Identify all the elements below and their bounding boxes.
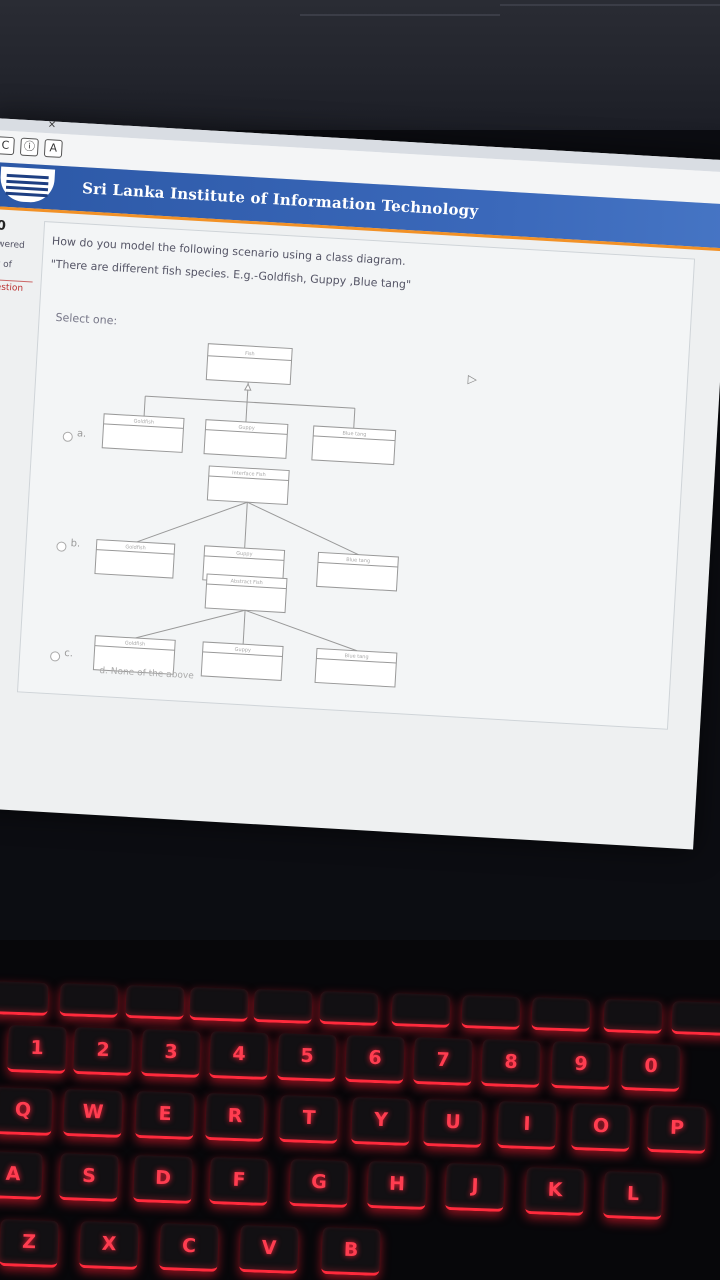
option-c-radio[interactable] [49,651,61,662]
key-c[interactable]: C [159,1223,219,1272]
key-t[interactable]: T [279,1095,339,1144]
key-u[interactable]: U [423,1099,483,1148]
option-a-parent: Fish [245,351,255,358]
key-q[interactable]: Q [0,1087,53,1136]
option-c-label: c. [63,647,74,660]
question-box: How do you model the following scenario … [16,221,696,730]
bezel-edge [500,4,720,6]
option-a-label: a. [76,428,87,440]
keyboard-key[interactable] [0,980,49,1017]
key-p[interactable]: P [647,1105,707,1154]
keyboard-key[interactable] [671,1000,720,1037]
translate-icon[interactable]: A [43,138,63,158]
keyboard-key[interactable] [319,990,379,1027]
keyboard-key[interactable] [391,992,451,1029]
option-a-child: Goldfish [133,419,154,426]
key-v[interactable]: V [239,1225,299,1274]
key-d[interactable]: D [133,1155,193,1204]
bezel-edge [300,14,500,16]
key-5[interactable]: 5 [277,1033,337,1082]
laptop-screen: × C ⓘ A Sri Lanka Institute of Informati… [0,118,720,850]
keyboard-key[interactable] [59,982,119,1019]
laptop-keyboard: 1 2 3 4 5 6 7 8 9 0 Q W E R T Y U I O P … [0,940,720,1280]
option-b-label: b. [70,538,81,550]
key-s[interactable]: S [59,1153,119,1202]
mouse-cursor-icon: ▷ [467,371,478,387]
flag-question-link[interactable]: question [0,278,33,295]
key-a[interactable]: A [0,1151,43,1200]
university-logo[interactable] [0,166,56,204]
key-7[interactable]: 7 [413,1037,473,1086]
option-b-child: Goldfish [125,544,146,551]
reload-icon[interactable]: C [0,136,15,156]
keyboard-key[interactable] [125,984,185,1021]
option-c-child: Goldfish [125,640,146,647]
question-status: nswered [0,238,26,251]
question-number: 20 [0,217,7,234]
keyboard-key[interactable] [461,994,521,1031]
keyboard-key[interactable] [189,986,249,1023]
key-k[interactable]: K [525,1167,585,1216]
key-e[interactable]: E [135,1091,195,1140]
question-text: How do you model the following scenario … [50,235,413,302]
key-x[interactable]: X [79,1221,139,1270]
key-9[interactable]: 9 [551,1041,611,1090]
keyboard-key[interactable] [603,998,663,1035]
info-icon[interactable]: ⓘ [19,137,39,157]
option-a-child: Guppy [238,425,255,432]
question-marks: out of [0,259,13,271]
key-0[interactable]: 0 [621,1043,681,1092]
key-f[interactable]: F [209,1157,269,1206]
key-o[interactable]: O [571,1103,631,1152]
question-info: 20 nswered out of question [0,218,36,305]
key-z[interactable]: Z [0,1219,59,1268]
key-r[interactable]: R [205,1093,265,1142]
key-8[interactable]: 8 [481,1039,541,1088]
key-y[interactable]: Y [351,1097,411,1146]
key-4[interactable]: 4 [209,1031,269,1080]
key-b[interactable]: B [321,1227,381,1276]
key-6[interactable]: 6 [345,1035,405,1084]
key-g[interactable]: G [289,1159,349,1208]
option-b-child: Guppy [236,551,253,558]
key-w[interactable]: W [63,1089,123,1138]
keyboard-key[interactable] [253,988,313,1025]
monitor-bezel [0,0,720,130]
key-h[interactable]: H [367,1161,427,1210]
option-c-child: Guppy [234,647,251,654]
key-l[interactable]: L [603,1171,663,1220]
keyboard-key[interactable] [531,996,591,1033]
option-b-radio[interactable] [56,541,67,552]
option-c-diagram[interactable]: Abstract Fish Goldfish Guppy Blue tang [88,560,416,718]
key-1[interactable]: 1 [7,1025,67,1074]
option-a-radio[interactable] [62,431,74,443]
key-3[interactable]: 3 [141,1029,201,1078]
close-tab-icon[interactable]: × [47,119,56,130]
key-j[interactable]: J [445,1163,505,1212]
select-one-label: Select one: [55,310,118,328]
key-2[interactable]: 2 [73,1027,133,1076]
key-i[interactable]: I [497,1101,557,1150]
